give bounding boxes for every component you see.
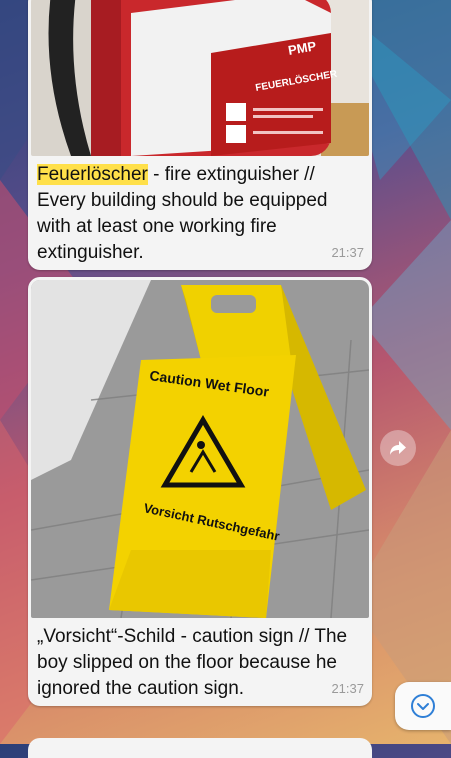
message-caption-1: Feuerlöscher - fire extinguisher // Ever… <box>28 156 372 270</box>
message-time: 21:37 <box>331 245 364 260</box>
chevron-down-circle-icon <box>411 694 435 718</box>
message-time: 21:37 <box>331 681 364 696</box>
fire-extinguisher-photo[interactable]: PMP FEUERLÖSCHER <box>31 0 369 156</box>
fire-extinguisher-image: PMP FEUERLÖSCHER <box>31 0 369 156</box>
message-caption-2: „Vorsicht“-Schild - caution sign // The … <box>28 618 372 706</box>
forward-button[interactable] <box>380 430 416 466</box>
caption-text: „Vorsicht“-Schild - caution sign // The … <box>37 626 348 699</box>
message-bubble-2[interactable]: Caution Wet Floor Vorsicht Rutschgefahr … <box>28 277 372 706</box>
next-message-bubble-edge <box>28 738 372 758</box>
caution-sign-image: Caution Wet Floor Vorsicht Rutschgefahr <box>31 280 369 618</box>
message-bubble-1[interactable]: PMP FEUERLÖSCHER Feuerlöscher - fire ext… <box>28 0 372 270</box>
scroll-to-bottom-button[interactable] <box>395 682 451 730</box>
forward-arrow-icon <box>390 441 406 455</box>
highlighted-word: Feuerlöscher <box>37 164 148 185</box>
caution-sign-photo[interactable]: Caution Wet Floor Vorsicht Rutschgefahr <box>31 280 369 618</box>
